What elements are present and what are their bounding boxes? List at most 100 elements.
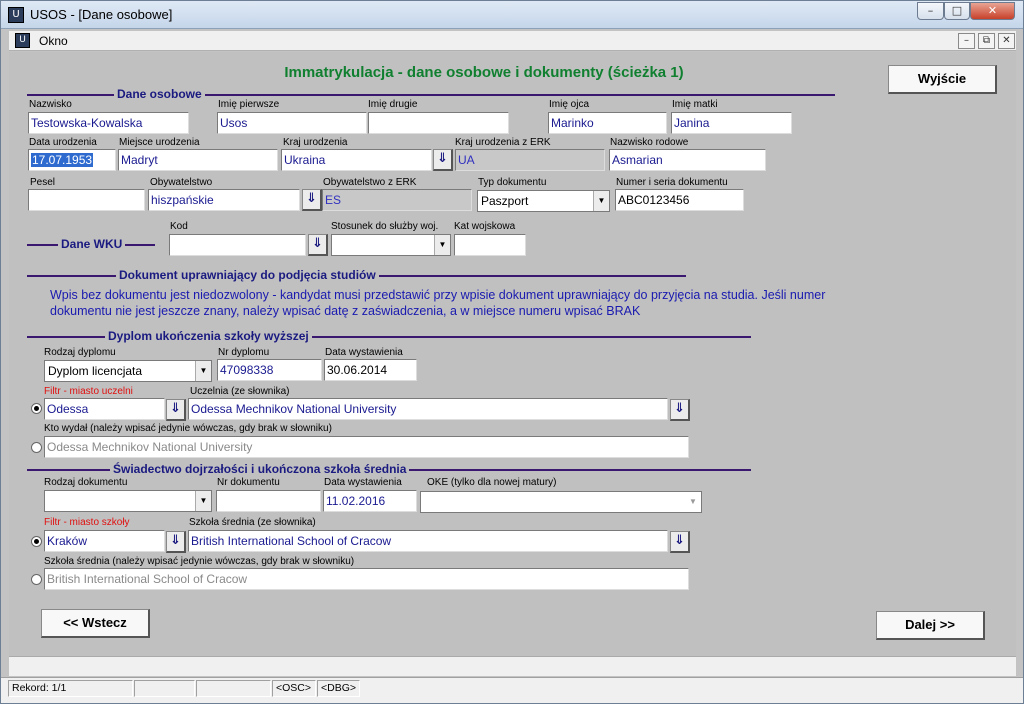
field-nazwisko-rodowe[interactable]: Asmarian <box>609 149 766 171</box>
label-miejsce-urodzenia: Miejsce urodzenia <box>119 137 200 148</box>
status-osc: <OSC> <box>272 680 316 697</box>
lookup-szkola-srednia-download-icon[interactable]: ⇓ <box>670 531 690 553</box>
label-data-wystawienia-dyplomu: Data wystawienia <box>325 347 403 358</box>
label-filtr-miasto-szkoly: Filtr - miasto szkoły <box>44 517 130 528</box>
label-imie-ojca: Imię ojca <box>549 99 590 110</box>
close-button[interactable]: ✕ <box>970 2 1015 20</box>
minimize-button[interactable]: – <box>917 2 944 20</box>
field-miejsce-urodzenia[interactable]: Madryt <box>118 149 278 171</box>
label-kraj-urodzenia: Kraj urodzenia <box>283 137 348 148</box>
label-obywatelstwo-erk: Obywatelstwo z ERK <box>323 177 417 188</box>
status-empty-1 <box>134 680 195 697</box>
field-filtr-miasto-szkoly[interactable]: Kraków <box>44 530 165 552</box>
chevron-down-icon: ▼ <box>685 492 701 512</box>
field-imie-matki[interactable]: Janina <box>671 112 792 134</box>
mdi-minimize-button[interactable]: – <box>958 33 975 49</box>
dropdown-value: Dyplom licencjata <box>48 364 143 378</box>
field-numer-dokumentu[interactable]: ABC0123456 <box>615 189 744 211</box>
form-area: Immatrykulacja - dane osobowe i dokument… <box>9 52 1016 657</box>
lookup-miasto-szkoly-download-icon[interactable]: ⇓ <box>166 531 186 553</box>
mdi-app-icon[interactable]: U <box>15 33 30 48</box>
radio-szkola-slownik[interactable] <box>31 536 42 547</box>
dropdown-value: Paszport <box>481 194 529 208</box>
lookup-obywatelstwo-download-icon[interactable]: ⇓ <box>302 189 322 211</box>
exit-button[interactable]: Wyjście <box>888 65 997 94</box>
status-empty-2 <box>196 680 271 697</box>
lookup-kod-download-icon[interactable]: ⇓ <box>308 234 328 256</box>
field-szkola-srednia-tekst[interactable]: British International School of Cracow <box>44 568 689 590</box>
lookup-miasto-uczelni-download-icon[interactable]: ⇓ <box>166 399 186 421</box>
label-imie-drugie: Imię drugie <box>368 99 418 110</box>
app-icon: U <box>8 7 24 23</box>
section-title-dane-wku: Dane WKU <box>58 237 126 251</box>
dropdown-stosunek[interactable]: ▼ <box>331 234 451 256</box>
field-data-wystawienia-swiadectwa[interactable]: 11.02.2016 <box>323 490 417 512</box>
field-filtr-miasto-uczelni[interactable]: Odessa <box>44 398 165 420</box>
field-kod[interactable] <box>169 234 306 256</box>
dropdown-rodzaj-dokumentu[interactable]: ▼ <box>44 490 212 512</box>
label-data-wystawienia-swiadectwa: Data wystawienia <box>324 477 402 488</box>
menu-okno[interactable]: Okno <box>39 34 68 48</box>
field-imie-pierwsze[interactable]: Usos <box>217 112 367 134</box>
chevron-down-icon: ▼ <box>195 361 211 381</box>
label-imie-pierwsze: Imię pierwsze <box>218 99 280 110</box>
title-bar: U USOS - [Dane osobowe] – □ ✕ <box>1 1 1023 29</box>
field-pesel[interactable] <box>28 189 145 211</box>
info-message: Wpis bez dokumentu jest niedozwolony - k… <box>50 288 826 318</box>
status-rekord: Rekord: 1/1 <box>8 680 133 697</box>
field-kraj-erk: UA <box>455 149 605 171</box>
back-button[interactable]: << Wstecz <box>41 609 150 638</box>
page-title: Immatrykulacja - dane osobowe i dokument… <box>284 64 684 81</box>
usos-window: U USOS - [Dane osobowe] – □ ✕ U Okno – ⧉… <box>0 0 1024 704</box>
mdi-restore-button[interactable]: ⧉ <box>978 33 995 49</box>
mdi-close-button[interactable]: ✕ <box>998 33 1015 49</box>
section-title-dyplom: Dyplom ukończenia szkoły wyższej <box>105 329 312 343</box>
field-data-wystawienia-dyplomu[interactable]: 30.06.2014 <box>324 359 417 381</box>
window-title: USOS - [Dane osobowe] <box>30 7 173 22</box>
label-szkola-srednia-tekst: Szkoła średnia (należy wpisać jedynie wó… <box>44 556 355 567</box>
field-obywatelstwo[interactable]: hiszpańskie <box>148 189 300 211</box>
label-imie-matki: Imię matki <box>672 99 718 110</box>
label-stosunek: Stosunek do służby woj. <box>331 221 439 232</box>
dropdown-rodzaj-dyplomu[interactable]: Dyplom licencjata ▼ <box>44 360 212 382</box>
status-bar: Rekord: 1/1 <OSC> <DBG> <box>1 677 1023 703</box>
selected-text: 17.07.1953 <box>31 153 94 167</box>
radio-kto-wydal[interactable] <box>31 442 42 453</box>
label-kat-wojskowa: Kat wojskowa <box>454 221 516 232</box>
label-oke: OKE (tylko dla nowej matury) <box>427 477 557 488</box>
dropdown-oke[interactable]: ▼ <box>420 491 702 513</box>
label-uczelnia: Uczelnia (ze słownika) <box>190 386 290 397</box>
field-szkola-srednia[interactable]: British International School of Cracow <box>188 530 668 552</box>
label-data-urodzenia: Data urodzenia <box>29 137 97 148</box>
field-nazwisko[interactable]: Testowska-Kowalska <box>28 112 189 134</box>
radio-uczelnia-slownik[interactable] <box>31 403 42 414</box>
field-data-urodzenia[interactable]: 17.07.1953 <box>28 149 116 171</box>
lookup-uczelnia-download-icon[interactable]: ⇓ <box>670 399 690 421</box>
radio-szkola-tekst[interactable] <box>31 574 42 585</box>
status-dbg: <DBG> <box>317 680 360 697</box>
field-imie-ojca[interactable]: Marinko <box>548 112 667 134</box>
lookup-kraj-urodzenia-download-icon[interactable]: ⇓ <box>433 149 453 171</box>
bottom-panel <box>9 656 1016 676</box>
field-kto-wydal[interactable]: Odessa Mechnikov National University <box>44 436 689 458</box>
label-nazwisko-rodowe: Nazwisko rodowe <box>610 137 689 148</box>
next-button[interactable]: Dalej >> <box>876 611 985 640</box>
label-typ-dokumentu: Typ dokumentu <box>478 177 547 188</box>
field-uczelnia[interactable]: Odessa Mechnikov National University <box>188 398 668 420</box>
chevron-down-icon: ▼ <box>434 235 450 255</box>
field-kraj-urodzenia[interactable]: Ukraina <box>281 149 432 171</box>
label-kod: Kod <box>170 221 188 232</box>
chevron-down-icon: ▼ <box>593 191 609 211</box>
field-kat-wojskowa[interactable] <box>454 234 526 256</box>
section-title-swiadectwo: Świadectwo dojrzałości i ukończona szkoł… <box>110 462 410 476</box>
field-imie-drugie[interactable] <box>368 112 509 134</box>
field-nr-dyplomu[interactable]: 47098338 <box>217 359 322 381</box>
label-filtr-miasto-uczelni: Filtr - miasto uczelni <box>44 386 133 397</box>
label-pesel: Pesel <box>30 177 56 188</box>
maximize-button[interactable]: □ <box>944 2 970 20</box>
field-nr-dokumentu[interactable] <box>216 490 321 512</box>
label-kto-wydal: Kto wydał (należy wpisać jedynie wówczas… <box>44 423 332 434</box>
section-title-dane-osobowe: Dane osobowe <box>114 87 205 101</box>
dropdown-typ-dokumentu[interactable]: Paszport ▼ <box>477 190 610 212</box>
label-kraj-erk: Kraj urodzenia z ERK <box>455 137 551 148</box>
